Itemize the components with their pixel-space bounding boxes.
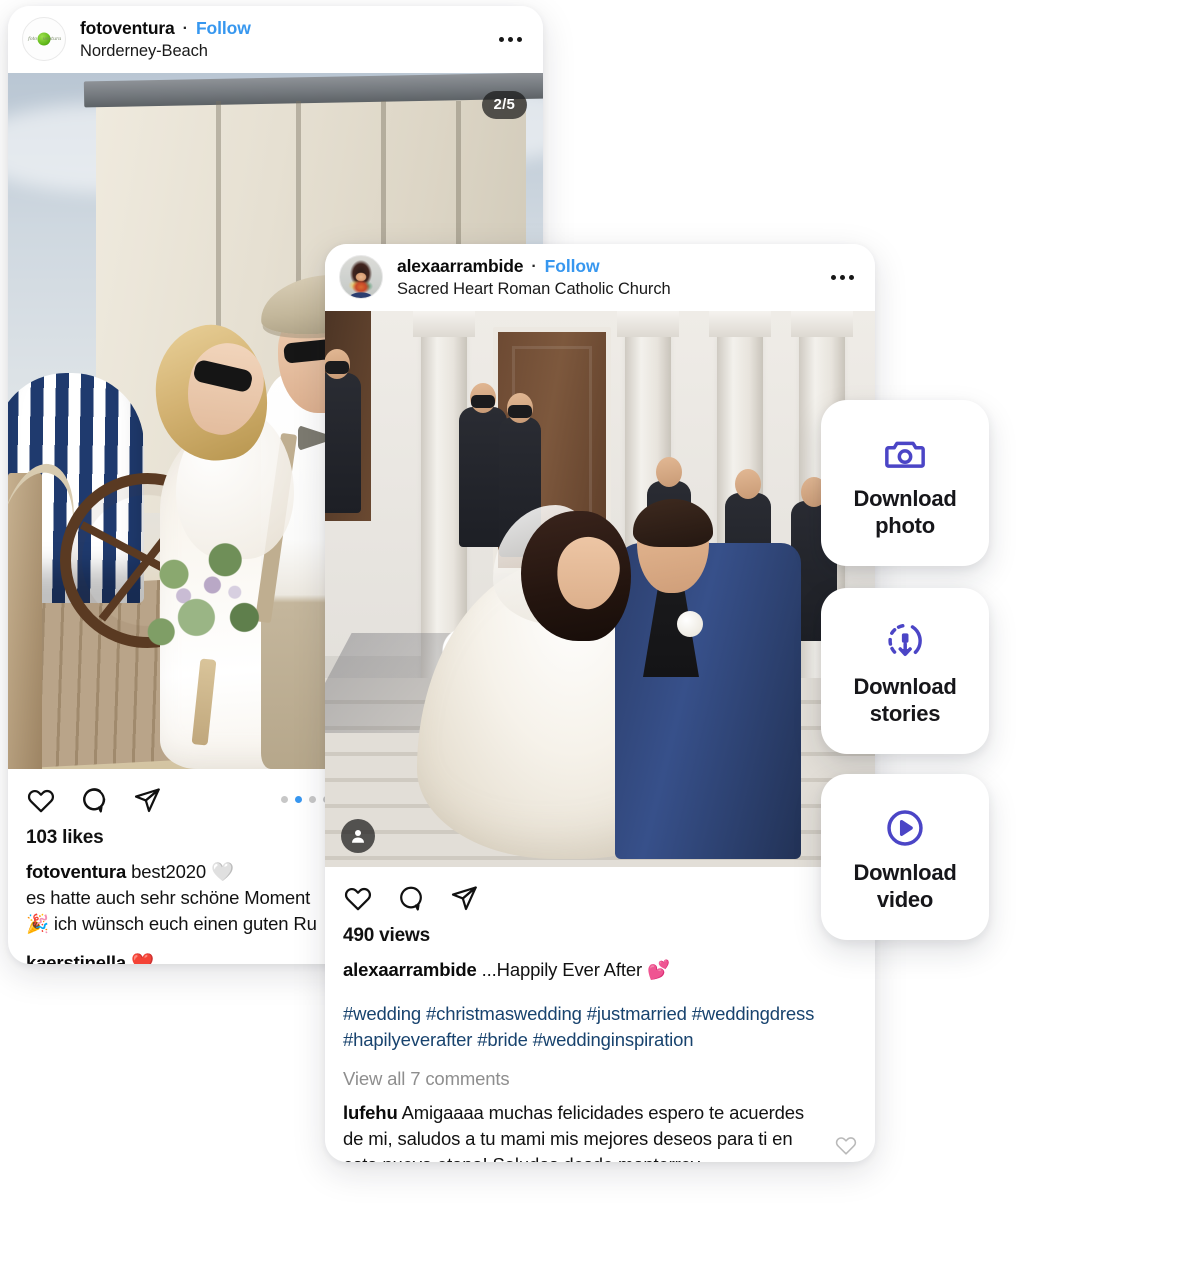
- post-location[interactable]: Sacred Heart Roman Catholic Church: [397, 279, 817, 300]
- comment-text: lufehu Amigaaaa muchas felicidades esper…: [343, 1100, 825, 1162]
- post-media-video[interactable]: [325, 310, 875, 867]
- download-video-label: Download video: [843, 860, 966, 914]
- download-stories-label-line1: Download: [853, 674, 957, 700]
- post-actions-row: [325, 867, 875, 921]
- views-count: 490 views: [343, 924, 430, 946]
- video-column-capital: [709, 310, 771, 337]
- play-circle-icon: [883, 800, 927, 856]
- instagram-post-card-alexaarrambide: alexaarrambide · Follow Sacred Heart Rom…: [325, 244, 875, 1162]
- more-dot: [516, 36, 522, 42]
- download-video-label-line2: video: [876, 887, 934, 912]
- comment-body: Amigaaaa muchas felicidades espero te ac…: [343, 1101, 804, 1162]
- post-username[interactable]: fotoventura: [80, 17, 175, 39]
- fotoventura-avatar[interactable]: foto ventura: [22, 17, 66, 62]
- more-dot: [848, 274, 854, 280]
- post-username[interactable]: alexaarrambide: [397, 255, 523, 277]
- download-stories-label-line2: stories: [869, 701, 941, 726]
- follow-button[interactable]: Follow: [196, 17, 251, 39]
- caption-username[interactable]: alexaarrambide: [343, 959, 477, 980]
- download-stories-label: Download stories: [843, 674, 966, 728]
- header-separator: ·: [182, 20, 188, 37]
- comment-row: lufehu Amigaaaa muchas felicidades esper…: [343, 1100, 857, 1162]
- page-root: foto ventura fotoventura · Follow Norder…: [0, 0, 1200, 1278]
- avatar-logo-text-right: ventura: [42, 36, 61, 43]
- more-dot: [839, 274, 845, 280]
- download-photo-label-line1: Download: [853, 486, 957, 512]
- download-stories-button[interactable]: Download stories: [821, 588, 989, 754]
- video-guest: [325, 348, 361, 513]
- church-wedding-video-frame: [325, 310, 875, 867]
- caption-text-1: best2020 🤍: [131, 860, 234, 882]
- video-groom-suit: [615, 542, 801, 859]
- video-column-capital: [791, 310, 853, 337]
- post-caption-area: 490 views alexaarrambide ...Happily Ever…: [325, 921, 875, 1162]
- avatar-logo-text-left: foto: [28, 36, 38, 43]
- more-options-icon[interactable]: [825, 264, 859, 290]
- heart-icon[interactable]: [26, 785, 56, 815]
- hashtags-line-2[interactable]: #hapilyeverafter #bride #weddinginspirat…: [343, 1027, 857, 1053]
- post-header-text: alexaarrambide · Follow Sacred Heart Rom…: [397, 255, 817, 300]
- post-header-line: alexaarrambide · Follow: [397, 255, 817, 278]
- photo-bouquet: [126, 512, 286, 693]
- post-header-text: fotoventura · Follow Norderney-Beach: [80, 17, 485, 62]
- download-video-label-line1: Download: [853, 860, 957, 886]
- comment-username-text[interactable]: kaerstinella ❤️: [26, 952, 154, 964]
- hashtags-line-1[interactable]: #wedding #christmaswedding #justmarried …: [343, 1001, 857, 1027]
- comment-icon[interactable]: [396, 883, 426, 913]
- post-location[interactable]: Norderney-Beach: [80, 41, 485, 62]
- video-column-capital: [413, 310, 475, 337]
- hashtags-block[interactable]: #wedding #christmaswedding #justmarried …: [343, 1001, 857, 1054]
- more-options-icon[interactable]: [493, 26, 527, 52]
- share-icon[interactable]: [449, 883, 479, 913]
- post-header-line: fotoventura · Follow: [80, 17, 485, 40]
- share-icon[interactable]: [132, 785, 162, 815]
- post-header: alexaarrambide · Follow Sacred Heart Rom…: [325, 244, 875, 311]
- download-photo-label: Download photo: [843, 486, 966, 540]
- alexaarrambide-avatar[interactable]: [339, 255, 383, 300]
- heart-outline-icon[interactable]: [835, 1134, 857, 1156]
- post-header: foto ventura fotoventura · Follow Norder…: [8, 6, 543, 73]
- carousel-dot[interactable]: [281, 796, 288, 804]
- carousel-dot[interactable]: [309, 796, 316, 804]
- more-dot: [507, 36, 513, 42]
- view-all-comments-link[interactable]: View all 7 comments: [343, 1068, 857, 1090]
- header-separator: ·: [531, 258, 537, 275]
- caption-username[interactable]: fotoventura: [26, 861, 126, 882]
- comment-username[interactable]: lufehu: [343, 1102, 398, 1123]
- more-dot: [830, 274, 836, 280]
- video-boutonniere: [677, 610, 703, 637]
- story-download-icon: [883, 614, 927, 670]
- tagged-users-icon[interactable]: [341, 818, 375, 853]
- camera-icon: [883, 426, 927, 482]
- follow-button[interactable]: Follow: [545, 255, 600, 277]
- carousel-dot-active[interactable]: [295, 796, 302, 804]
- heart-icon[interactable]: [343, 883, 373, 913]
- comment-icon[interactable]: [79, 785, 109, 815]
- download-photo-button[interactable]: Download photo: [821, 400, 989, 566]
- caption-text: ...Happily Ever After 💕: [481, 958, 670, 980]
- caption-first-line: alexaarrambide ...Happily Ever After 💕: [343, 957, 857, 983]
- video-column-capital: [617, 310, 679, 337]
- carousel-counter-badge: 2/5: [481, 90, 527, 119]
- download-photo-label-line2: photo: [875, 513, 935, 538]
- more-dot: [498, 36, 504, 42]
- download-video-button[interactable]: Download video: [821, 774, 989, 940]
